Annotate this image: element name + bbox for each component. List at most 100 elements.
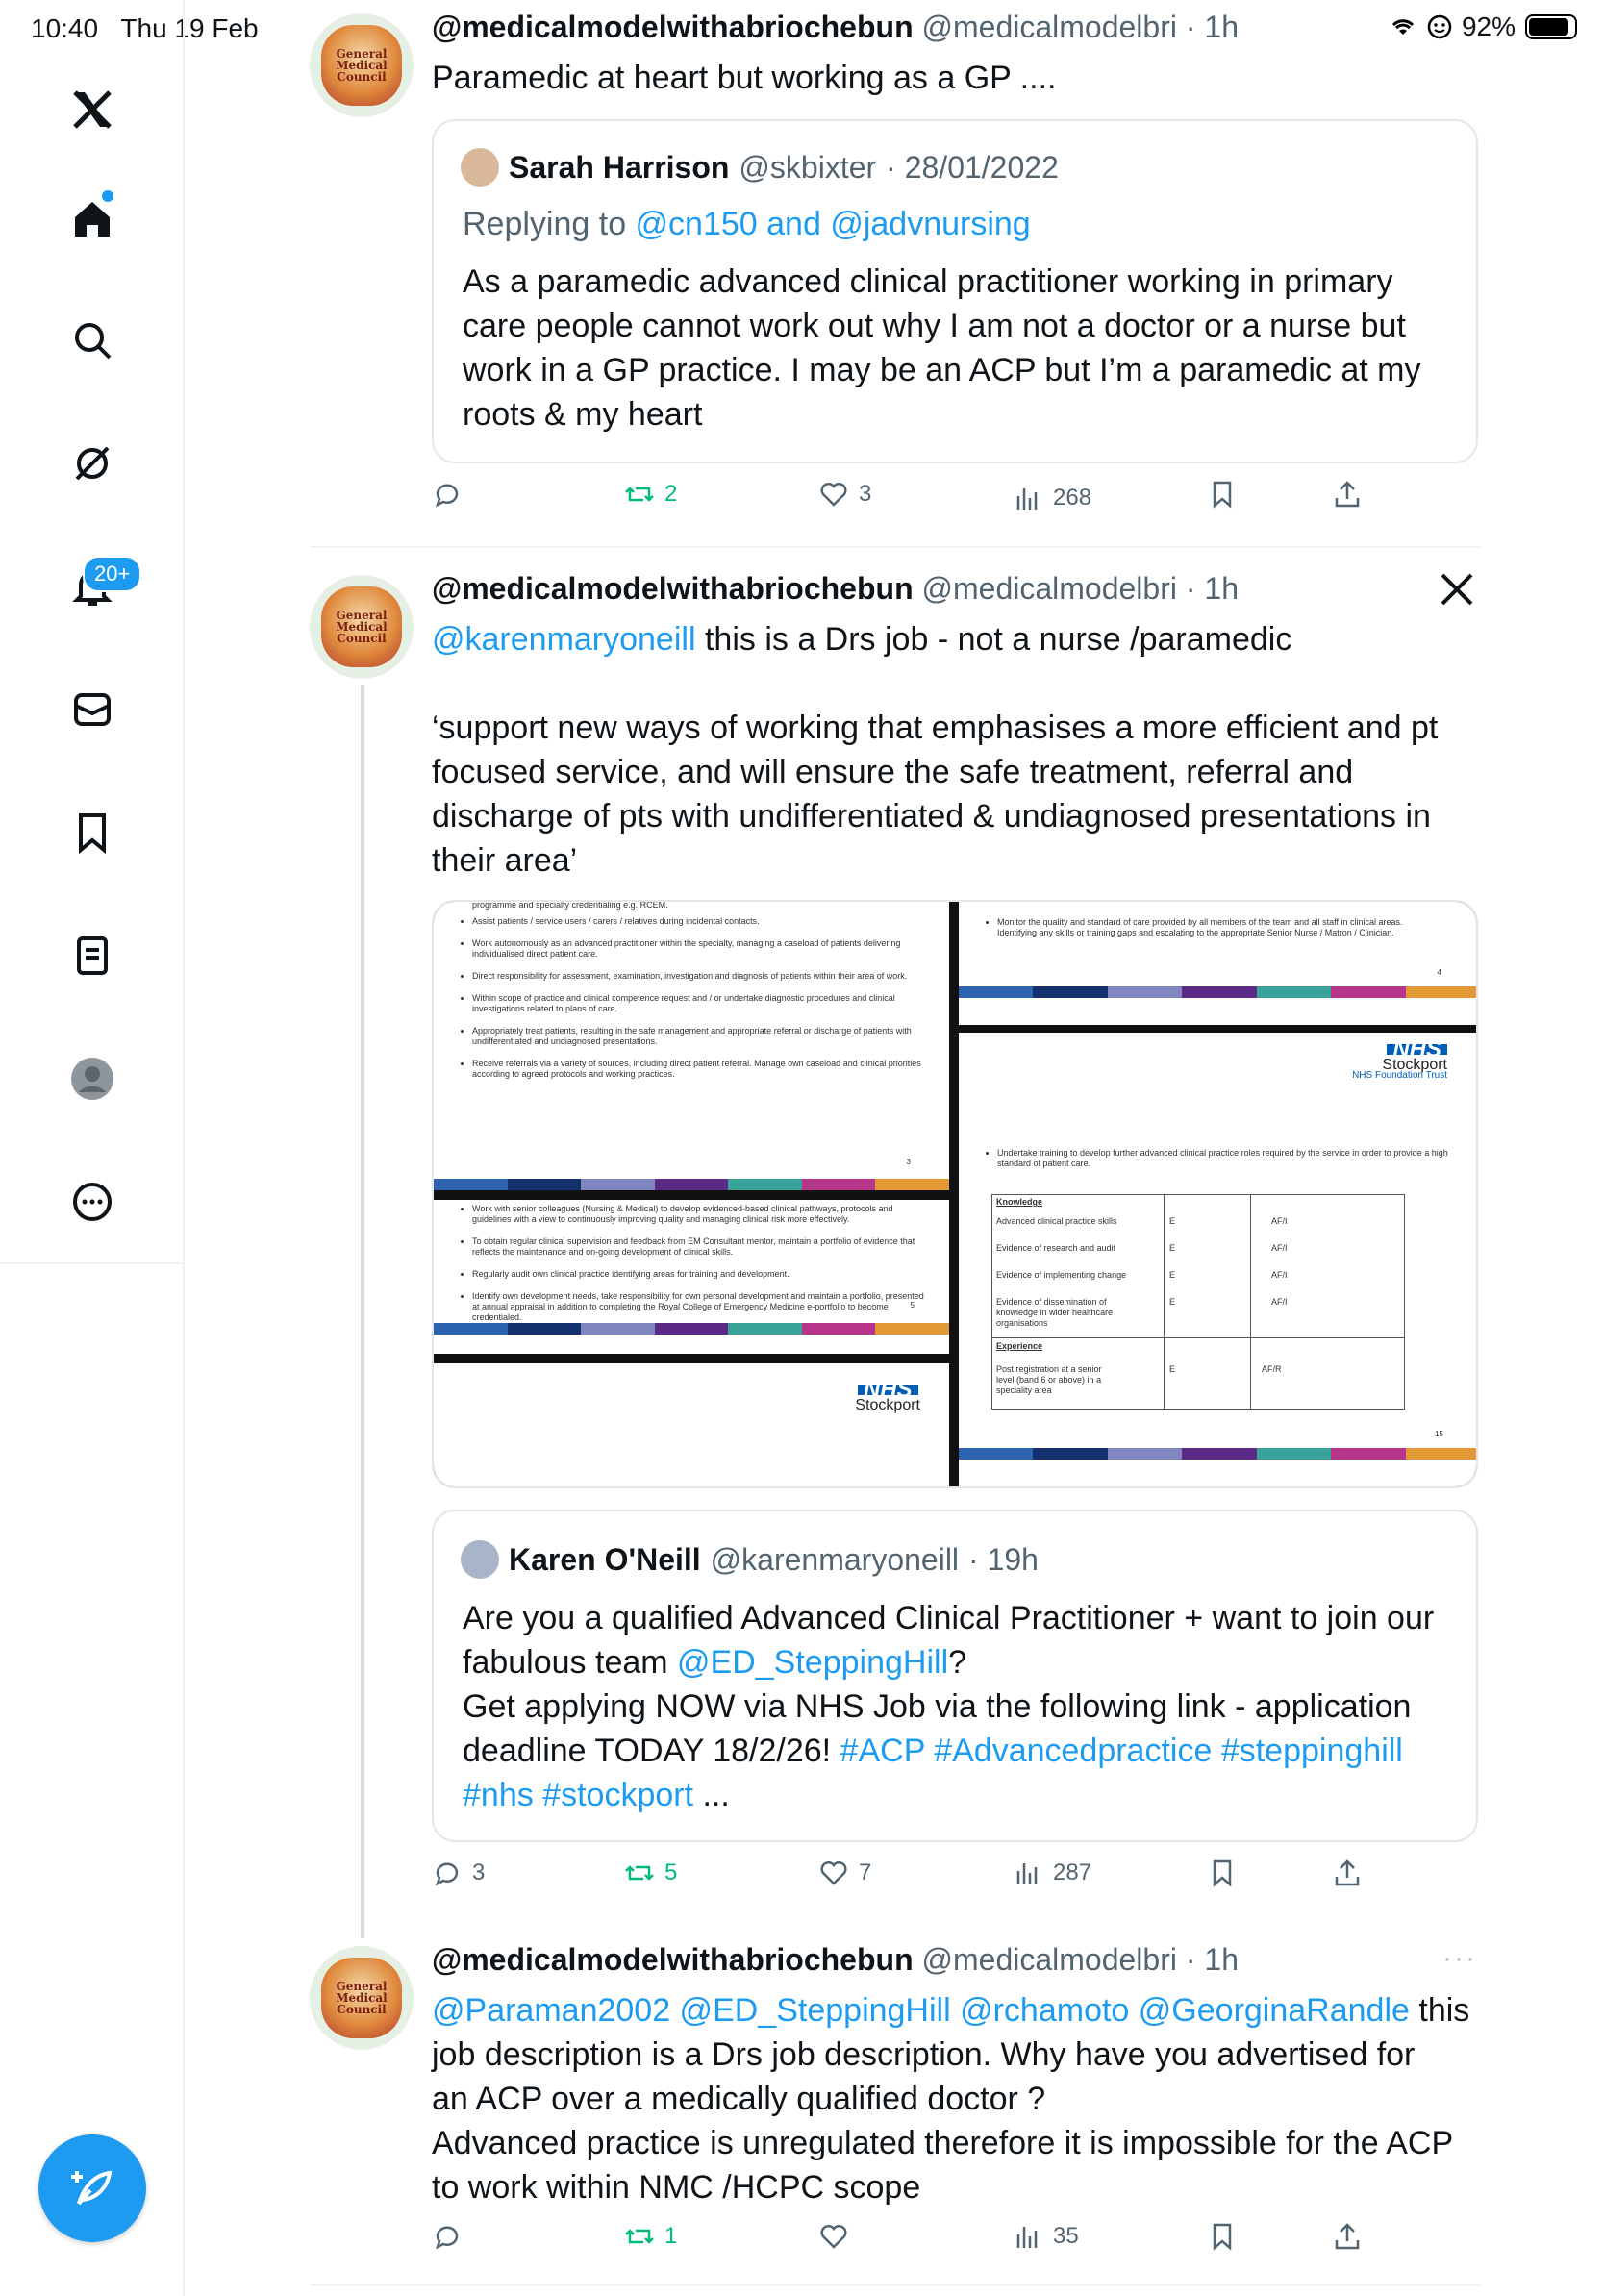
nhs-trust: NHS Foundation Trust (1352, 1070, 1447, 1081)
like-button[interactable]: 7 (818, 1858, 871, 1888)
bookmark-button[interactable] (1207, 1858, 1238, 1888)
hashtag-links[interactable]: #ACP #Advancedpractice #steppinghill (840, 1733, 1403, 1769)
author-avatar[interactable]: General Medical Council (310, 1946, 414, 2050)
nhs-logo: NHS (1387, 1038, 1447, 1061)
views-button[interactable]: 268 (1013, 483, 1091, 513)
focus-icon (1427, 14, 1452, 39)
quoted-tweet-text: Are you a qualified Advanced Clinical Pr… (463, 1600, 1435, 1813)
x-logo-icon[interactable] (58, 75, 127, 144)
repost-icon (625, 487, 654, 502)
views-chart-icon (1016, 488, 1038, 510)
repost-icon (625, 1865, 654, 1881)
mention-links[interactable]: @Paraman2002 @ED_SteppingHill @rchamoto … (432, 1992, 1410, 2029)
media-image-page-3[interactable]: programme and specialty credentialing e.… (434, 902, 949, 1190)
nhs-place: Stockport (1382, 1057, 1447, 1073)
quoted-author-name: Sarah Harrison (509, 149, 730, 185)
reply-button[interactable] (432, 2221, 472, 2252)
quoted-tweet-header: Sarah Harrison @skbixter · 28/01/2022 (461, 148, 1059, 187)
quoted-tweet-time: · 19h (968, 1541, 1039, 1577)
table-cell: AF/I (1271, 1270, 1288, 1280)
author-handle[interactable]: @medicalmodelbri (922, 10, 1177, 44)
doc-bullet: Regularly audit own clinical practice id… (472, 1269, 930, 1280)
compose-feather-icon (71, 2170, 113, 2206)
quoted-tweet[interactable]: Sarah Harrison @skbixter · 28/01/2022 Re… (432, 119, 1478, 463)
quoted-tweet-text: As a paramedic advanced clinical practit… (463, 263, 1421, 433)
bookmark-button[interactable] (1207, 2221, 1238, 2252)
bookmarks-icon[interactable] (58, 798, 127, 867)
quoted-tweet-date: · 28/01/2022 (886, 149, 1059, 185)
table-cell: E (1169, 1243, 1176, 1253)
heart-icon (820, 482, 847, 507)
notifications-badge: 20+ (83, 556, 142, 592)
tweet-media-grid[interactable]: programme and specialty credentialing e.… (432, 900, 1478, 1488)
media-image-page-5[interactable]: Work with senior colleagues (Nursing & M… (434, 1200, 949, 1354)
tweet-time: · 1h (1185, 571, 1239, 606)
table-cell: E (1169, 1297, 1176, 1307)
like-button[interactable] (818, 2221, 859, 2252)
avatar-emblem: General Medical Council (321, 1958, 402, 2038)
more-options-icon[interactable]: ··· (1442, 1942, 1477, 1975)
reply-icon (435, 484, 459, 508)
status-bar-right: 92% (1389, 12, 1577, 42)
quoted-author-avatar (461, 148, 499, 187)
author-name[interactable]: @medicalmodelwithabriochebun (432, 1942, 914, 1977)
table-cell: Evidence of research and audit (996, 1243, 1116, 1253)
author-handle[interactable]: @medicalmodelbri (922, 1942, 1177, 1977)
table-cell: Advanced clinical practice skills (996, 1216, 1117, 1226)
media-image-page-nhs[interactable]: NHS Stockport (434, 1363, 949, 1486)
thread-connector (361, 685, 364, 1938)
tweet-quote-text: ‘support new ways of working that emphas… (432, 710, 1439, 879)
share-button[interactable] (1332, 2221, 1363, 2252)
author-handle[interactable]: @medicalmodelbri (922, 571, 1177, 606)
share-icon (1335, 2223, 1360, 2250)
grok-icon[interactable] (58, 429, 127, 498)
author-avatar[interactable]: General Medical Council (310, 13, 414, 117)
tweet-text: @karenmaryoneill this is a Drs job - not… (432, 621, 1292, 658)
wifi-icon (1391, 19, 1415, 35)
mention-link[interactable]: @ED_SteppingHill (677, 1644, 948, 1681)
table-cell: E (1169, 1270, 1176, 1280)
like-button[interactable]: 3 (818, 479, 871, 510)
search-icon[interactable] (58, 306, 127, 375)
reply-button[interactable] (432, 479, 472, 510)
tweet-text: Paramedic at heart but working as a GP .… (432, 60, 1057, 96)
lists-icon[interactable] (58, 921, 127, 990)
tweet-header: @medicalmodelwithabriochebun @medicalmod… (432, 1942, 1239, 1978)
doc-bullet: Within scope of practice and clinical co… (472, 993, 930, 1014)
share-button[interactable] (1332, 479, 1363, 510)
author-name[interactable]: @medicalmodelwithabriochebun (432, 571, 914, 606)
share-button[interactable] (1332, 1858, 1363, 1888)
repost-button[interactable]: 5 (624, 1858, 677, 1888)
author-avatar[interactable]: General Medical Council (310, 575, 414, 679)
messages-icon[interactable] (58, 675, 127, 744)
home-icon[interactable] (58, 185, 127, 254)
author-name[interactable]: @medicalmodelwithabriochebun (432, 10, 914, 44)
more-icon[interactable] (58, 1167, 127, 1236)
views-chart-icon (1016, 2227, 1038, 2248)
bookmark-button[interactable] (1207, 479, 1238, 510)
repost-button[interactable]: 2 (624, 479, 677, 510)
quoted-author-name: Karen O'Neill (509, 1541, 701, 1577)
tweet-time: · 1h (1185, 1942, 1239, 1977)
views-button[interactable]: 35 (1013, 2221, 1079, 2252)
media-image-page-15[interactable]: NHS Stockport NHS Foundation Trust Under… (959, 1033, 1476, 1486)
profile-avatar-icon[interactable] (58, 1044, 127, 1113)
share-icon (1335, 1859, 1360, 1886)
mention-link[interactable]: @karenmaryoneill (432, 621, 696, 658)
repost-icon (625, 2229, 654, 2244)
table-cell: AF/I (1271, 1216, 1288, 1226)
tweet-actions: 1 35 (432, 2221, 1490, 2269)
person-spec-table: Knowledge Advanced clinical practice ski… (991, 1194, 1405, 1410)
table-cell: Evidence of implementing change (996, 1270, 1127, 1280)
views-button[interactable]: 287 (1013, 1858, 1091, 1888)
quoted-tweet[interactable]: Karen O'Neill @karenmaryoneill · 19h Are… (432, 1510, 1478, 1842)
media-image-page-4[interactable]: Monitor the quality and standard of care… (959, 902, 1476, 1025)
table-cell: AF/I (1271, 1243, 1288, 1253)
x-close-icon[interactable] (1439, 571, 1475, 612)
tweet-divider (310, 546, 1481, 548)
repost-button[interactable]: 1 (624, 2221, 677, 2252)
color-stripe (959, 986, 1476, 998)
hashtag-links[interactable]: #nhs #stockport (463, 1777, 693, 1813)
reply-button[interactable]: 3 (432, 1858, 485, 1888)
compose-post-button[interactable] (38, 2134, 146, 2242)
